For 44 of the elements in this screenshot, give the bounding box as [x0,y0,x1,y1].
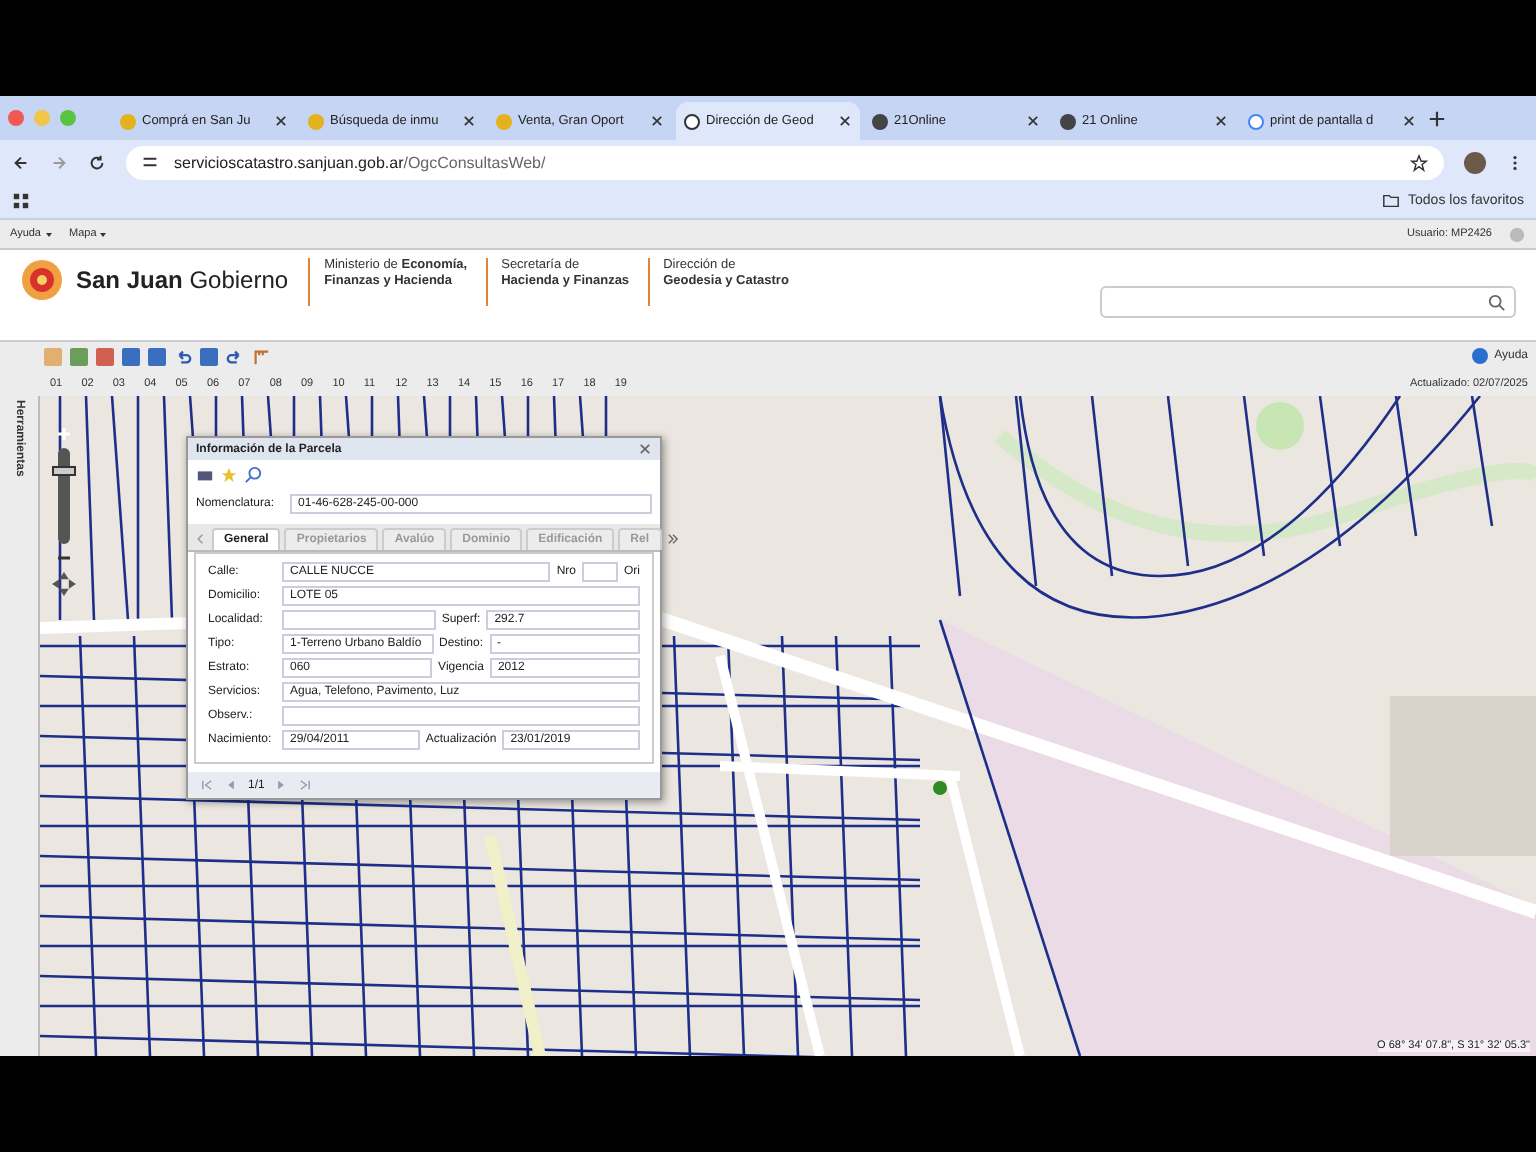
favicon-icon [120,113,136,129]
undo-icon[interactable] [174,347,192,365]
back-icon[interactable] [12,153,30,171]
measure-icon[interactable] [252,347,270,365]
close-icon[interactable] [650,114,664,128]
favicon-icon [496,113,512,129]
search-icon[interactable] [1488,293,1506,311]
close-icon[interactable] [838,114,852,128]
reload-icon[interactable] [88,153,106,171]
star-icon[interactable] [220,466,238,484]
close-icon[interactable] [274,114,288,128]
sun-logo-icon [20,258,64,302]
close-icon[interactable] [462,114,476,128]
caret-icon[interactable] [98,229,109,239]
favicon-icon [1060,113,1076,129]
zoom-slider-thumb[interactable] [52,465,76,476]
star-icon[interactable] [1410,153,1428,171]
favicon-icon [308,113,324,129]
input-field[interactable] [282,706,640,726]
scroll-right-icon[interactable] [665,530,680,548]
input-field[interactable] [582,562,618,582]
apps-grid-icon[interactable] [12,192,30,210]
zoom-slider[interactable] [58,448,70,544]
search-icon[interactable] [244,466,262,484]
help-icon [1472,348,1489,364]
close-icon[interactable] [1026,114,1040,128]
redo-icon[interactable] [226,347,244,365]
zoom-in-icon[interactable] [54,424,74,444]
input-field[interactable] [282,610,436,630]
site-settings-icon[interactable] [142,154,158,170]
favicon-icon [1248,113,1264,129]
close-icon[interactable] [638,442,652,456]
favicon-icon [872,113,888,129]
close-icon[interactable] [1402,114,1416,128]
search-field[interactable] [1100,286,1516,318]
folder-icon[interactable] [1382,192,1401,210]
brand-name: San Juan Gobierno [76,266,289,294]
new-tab-icon[interactable] [1428,109,1446,127]
pan-icon[interactable] [52,572,76,596]
favicon-icon [684,113,700,129]
address-bar[interactable]: servicioscatastro.sanjuan.gob.ar/OgcConsultasWeb/ [126,145,1444,179]
avatar-icon[interactable] [1464,151,1486,173]
caret-icon[interactable] [43,229,53,239]
close-icon[interactable] [1214,114,1228,128]
